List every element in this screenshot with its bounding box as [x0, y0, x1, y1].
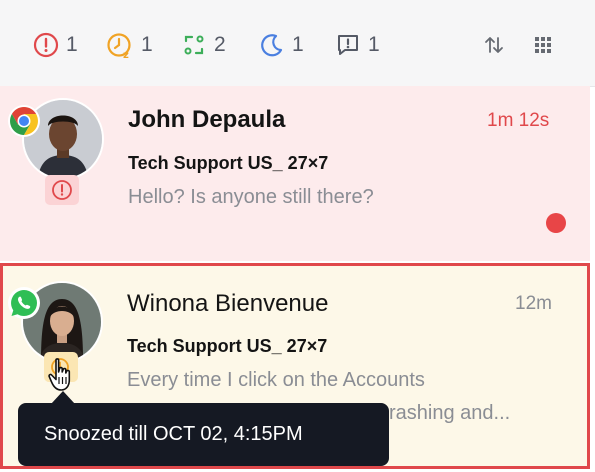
- last-message: Hello? Is anyone still there?: [128, 186, 374, 208]
- filter-transferred-count: 2: [214, 33, 226, 56]
- queue-name: Tech Support US_ 27×7: [127, 336, 328, 356]
- transfer-icon: [184, 35, 204, 55]
- filter-urgent-count: 1: [66, 33, 78, 56]
- svg-text:z: z: [123, 50, 129, 59]
- filter-transferred[interactable]: 2: [181, 31, 226, 59]
- alert-circle-icon: [52, 180, 72, 200]
- grid-view-button[interactable]: [530, 32, 556, 58]
- sort-button[interactable]: [481, 32, 507, 58]
- filter-away-count: 1: [292, 33, 304, 56]
- filter-snoozed-count: 1: [141, 33, 153, 56]
- filter-toolbar: 1 z 1 2 1 1: [0, 0, 595, 87]
- filter-urgent[interactable]: 1: [33, 31, 78, 59]
- conversation-card-john-depaula[interactable]: John Depaula 1m 12s Tech Support US_ 27×…: [0, 86, 590, 261]
- filter-away[interactable]: 1: [259, 31, 304, 59]
- hand-cursor-icon: [47, 357, 77, 398]
- chrome-icon: [7, 104, 41, 138]
- last-message-line-1: Every time I click on the Accounts: [127, 369, 425, 391]
- contact-name: John Depaula: [128, 106, 286, 133]
- contact-name: Winona Bienvenue: [127, 290, 329, 317]
- tooltip-text: Snoozed till OCT 02, 4:15PM: [44, 423, 303, 445]
- moon-icon: [261, 34, 283, 57]
- chat-alert-icon: [338, 35, 358, 55]
- last-message-line-2: rashing and...: [389, 402, 511, 424]
- alert-circle-icon: [33, 32, 59, 58]
- filter-messages-count: 1: [368, 33, 380, 56]
- queue-name: Tech Support US_ 27×7: [128, 153, 329, 173]
- sort-arrows-icon: [485, 37, 503, 53]
- wait-time: 1m 12s: [487, 110, 550, 131]
- filter-messages[interactable]: 1: [335, 31, 380, 59]
- urgent-status-badge: [45, 175, 79, 205]
- filter-snoozed[interactable]: z 1: [106, 31, 153, 59]
- snooze-tooltip: Snoozed till OCT 02, 4:15PM: [18, 403, 389, 466]
- grid-dots-icon: [535, 37, 551, 53]
- snooze-clock-icon: z: [107, 33, 131, 59]
- wait-time: 12m: [515, 293, 552, 314]
- unread-dot: [546, 213, 566, 233]
- whatsapp-icon: [7, 286, 41, 320]
